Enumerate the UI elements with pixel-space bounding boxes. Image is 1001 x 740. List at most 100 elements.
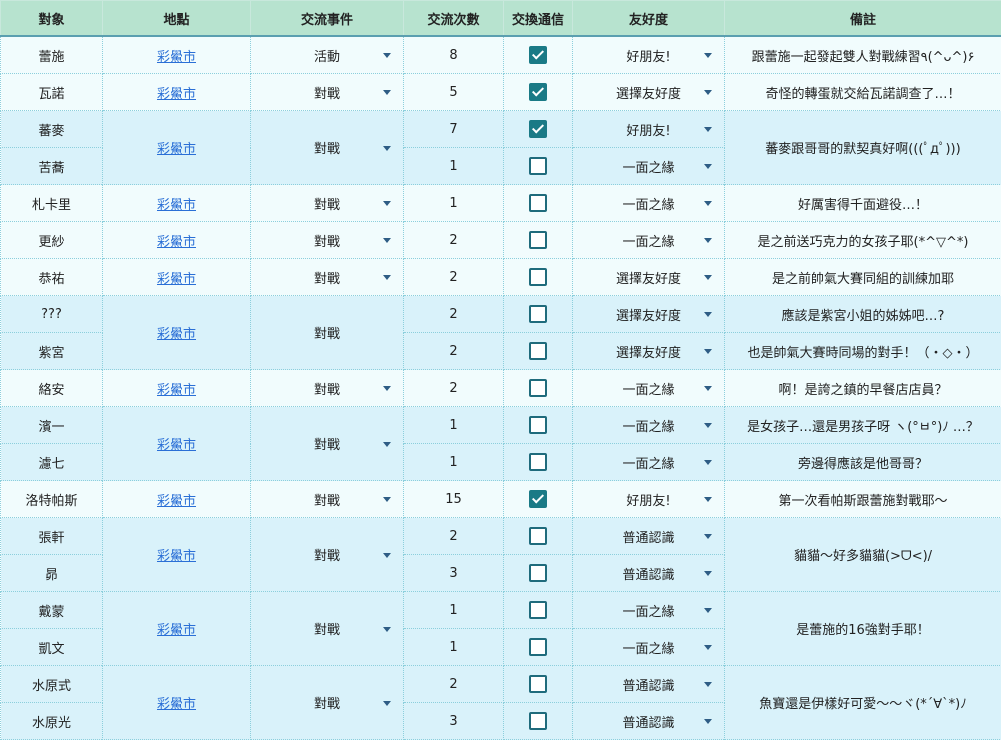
location-link[interactable]: 彩鱟市: [157, 235, 196, 250]
target-name: 戴蒙: [1, 592, 103, 629]
count-value: 2: [404, 222, 504, 259]
event-select[interactable]: 對戰: [251, 222, 403, 258]
friendship-select[interactable]: 選擇友好度: [573, 74, 724, 110]
location-link[interactable]: 彩鱟市: [157, 383, 196, 398]
table-row: 濱一 彩鱟市 對戰 1 一面之緣 是女孩子…還是男孩子呀 ヽ(°ㅂ°)ﾉ …？: [1, 407, 1001, 444]
exchange-checkbox[interactable]: [529, 453, 547, 471]
event-value: 對戰: [314, 490, 340, 509]
friendship-select[interactable]: 選擇友好度: [573, 296, 724, 332]
exchange-checkbox[interactable]: [529, 379, 547, 397]
location-link[interactable]: 彩鱟市: [157, 494, 196, 509]
location-link[interactable]: 彩鱟市: [157, 50, 196, 65]
location-link[interactable]: 彩鱟市: [157, 272, 196, 287]
friendship-select[interactable]: 選擇友好度: [573, 333, 724, 369]
exchange-checkbox[interactable]: [529, 120, 547, 138]
chevron-down-icon: [383, 238, 391, 243]
table-row: 蕃麥 彩鱟市 對戰 7 好朋友! 蕃麥跟哥哥的默契真好啊(((ﾟдﾟ))): [1, 111, 1001, 148]
friendship-select[interactable]: 好朋友!: [573, 111, 724, 147]
event-select[interactable]: 對戰: [251, 74, 403, 110]
exchange-checkbox[interactable]: [529, 601, 547, 619]
exchange-checkbox[interactable]: [529, 527, 547, 545]
event-select[interactable]: 對戰: [251, 296, 403, 369]
location-link[interactable]: 彩鱟市: [157, 549, 196, 564]
exchange-checkbox[interactable]: [529, 490, 547, 508]
friendship-value: 普通認識: [622, 564, 674, 583]
friendship-value: 普通認識: [622, 527, 674, 546]
table-row: 蕾施 彩鱟市 活動 8 好朋友! 跟蕾施一起發起雙人對戰練習٩(^ᴗ^)۶: [1, 36, 1001, 74]
friendship-select[interactable]: 普通認識: [573, 518, 724, 554]
exchange-checkbox[interactable]: [529, 675, 547, 693]
header-target: 對象: [1, 1, 103, 37]
target-name: 恭祐: [1, 259, 103, 296]
location-link[interactable]: 彩鱟市: [157, 198, 196, 213]
exchange-checkbox[interactable]: [529, 638, 547, 656]
exchange-checkbox[interactable]: [529, 157, 547, 175]
count-value: 1: [404, 185, 504, 222]
location-link[interactable]: 彩鱟市: [157, 438, 196, 453]
chevron-down-icon: [704, 460, 712, 465]
friendship-select[interactable]: 選擇友好度: [573, 259, 724, 295]
exchange-checkbox[interactable]: [529, 46, 547, 64]
friendship-value: 一面之緣: [622, 638, 674, 657]
friendship-value: 普通認識: [622, 675, 674, 694]
friendship-select[interactable]: 普通認識: [573, 703, 724, 739]
target-name: 張軒: [1, 518, 103, 555]
friendship-select[interactable]: 一面之緣: [573, 185, 724, 221]
chevron-down-icon: [704, 312, 712, 317]
location-link[interactable]: 彩鱟市: [157, 623, 196, 638]
friendship-value: 選擇友好度: [616, 268, 681, 287]
chevron-down-icon: [383, 90, 391, 95]
location-link[interactable]: 彩鱟市: [157, 697, 196, 712]
friendship-value: 好朋友!: [626, 46, 670, 65]
friendship-select[interactable]: 好朋友!: [573, 481, 724, 517]
location-link[interactable]: 彩鱟市: [157, 142, 196, 157]
event-select[interactable]: 對戰: [251, 259, 403, 295]
event-value: 活動: [314, 46, 340, 65]
chevron-down-icon: [704, 238, 712, 243]
event-select[interactable]: 活動: [251, 37, 403, 73]
exchange-checkbox[interactable]: [529, 342, 547, 360]
exchange-checkbox[interactable]: [529, 83, 547, 101]
friendship-select[interactable]: 一面之緣: [573, 444, 724, 480]
friendship-value: 好朋友!: [626, 490, 670, 509]
exchange-checkbox[interactable]: [529, 268, 547, 286]
table-row: 戴蒙 彩鱟市 對戰 1 一面之緣 是蕾施的16強對手耶！: [1, 592, 1001, 629]
friendship-select[interactable]: 一面之緣: [573, 592, 724, 628]
friendship-select[interactable]: 一面之緣: [573, 407, 724, 443]
friendship-select[interactable]: 一面之緣: [573, 222, 724, 258]
event-select[interactable]: 對戰: [251, 111, 403, 184]
chevron-down-icon: [704, 127, 712, 132]
event-select[interactable]: 對戰: [251, 185, 403, 221]
table-row: 水原式 彩鱟市 對戰 2 普通認識 魚寶還是伊樣好可愛～～ヾ(*´∀`*)ﾉ: [1, 666, 1001, 703]
friendship-select[interactable]: 普通認識: [573, 666, 724, 702]
event-select[interactable]: 對戰: [251, 592, 403, 665]
event-select[interactable]: 對戰: [251, 666, 403, 739]
event-select[interactable]: 對戰: [251, 518, 403, 591]
exchange-checkbox[interactable]: [529, 305, 547, 323]
friendship-select[interactable]: 一面之緣: [573, 148, 724, 184]
exchange-checkbox[interactable]: [529, 194, 547, 212]
chevron-down-icon: [704, 608, 712, 613]
event-select[interactable]: 對戰: [251, 370, 403, 406]
chevron-down-icon: [704, 534, 712, 539]
exchange-checkbox[interactable]: [529, 231, 547, 249]
friendship-select[interactable]: 普通認識: [573, 555, 724, 591]
exchange-checkbox[interactable]: [529, 564, 547, 582]
exchange-checkbox[interactable]: [529, 712, 547, 730]
chevron-down-icon: [704, 164, 712, 169]
location-link[interactable]: 彩鱟市: [157, 327, 196, 342]
friendship-select[interactable]: 一面之緣: [573, 370, 724, 406]
event-select[interactable]: 對戰: [251, 481, 403, 517]
chevron-down-icon: [704, 349, 712, 354]
count-value: 2: [404, 518, 504, 555]
friendship-select[interactable]: 好朋友!: [573, 37, 724, 73]
event-select[interactable]: 對戰: [251, 407, 403, 480]
exchange-checkbox[interactable]: [529, 416, 547, 434]
count-value: 15: [404, 481, 504, 518]
friendship-select[interactable]: 一面之緣: [573, 629, 724, 665]
location-link[interactable]: 彩鱟市: [157, 87, 196, 102]
target-name: 札卡里: [1, 185, 103, 222]
event-value: 對戰: [314, 231, 340, 250]
friendship-value: 一面之緣: [622, 157, 674, 176]
header-row: 對象 地點 交流事件 交流次數 交換通信 友好度 備註: [1, 1, 1001, 37]
